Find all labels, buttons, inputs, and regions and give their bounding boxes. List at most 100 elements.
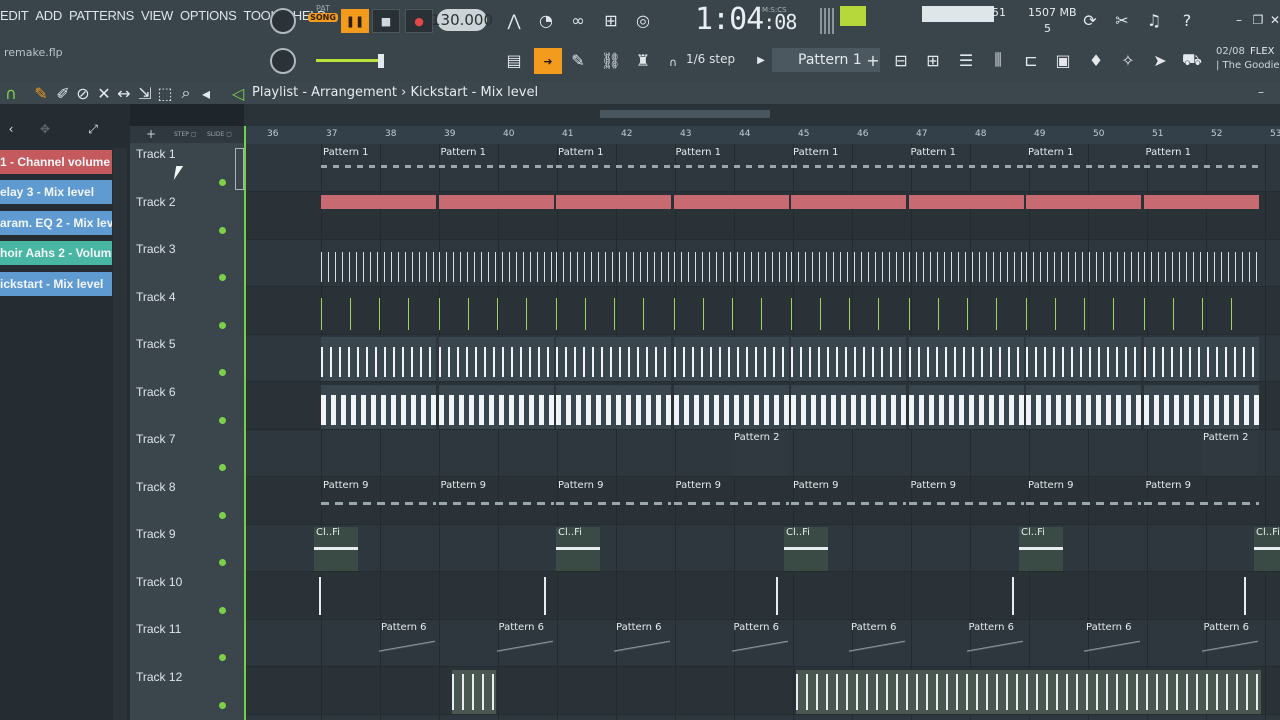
pattern-clip[interactable]: Pattern 1 xyxy=(1143,147,1259,191)
track-mute-led[interactable] xyxy=(219,511,226,519)
pattern-clip[interactable]: Pattern 2 xyxy=(1201,432,1257,476)
pattern-clip[interactable]: Pattern 1 xyxy=(556,147,671,191)
step-edit-icon[interactable]: ⊞ xyxy=(600,9,622,31)
pattern-clip[interactable] xyxy=(321,337,436,381)
pattern-clip[interactable]: Pattern 9 xyxy=(556,480,671,524)
pattern-clip[interactable] xyxy=(796,669,1261,714)
pattern-clip[interactable]: Cl..Fi xyxy=(556,527,600,571)
clip-list-scrollbar[interactable] xyxy=(113,148,127,720)
blend-notes-icon[interactable]: ◎ xyxy=(632,9,654,31)
pattern-clip[interactable]: Pattern 9 xyxy=(791,480,906,524)
pattern-clip[interactable] xyxy=(1026,337,1141,381)
magnet-icon[interactable]: ∩ xyxy=(662,51,684,73)
pattern-clip[interactable] xyxy=(319,575,339,619)
pattern-clip[interactable]: Cl..Fi xyxy=(1019,527,1063,571)
track-mute-led[interactable] xyxy=(219,416,226,424)
track-mute-led[interactable] xyxy=(219,654,226,661)
link-icon[interactable]: ⛓ xyxy=(600,49,622,71)
stamp-icon[interactable]: ♜ xyxy=(632,49,654,71)
cart-icon[interactable]: ⛟ xyxy=(1181,49,1203,71)
pattern-clip[interactable]: Cl..Fi xyxy=(784,527,828,571)
track-name[interactable]: Track 1 xyxy=(136,147,176,161)
pattern-clip[interactable]: Pattern 1 xyxy=(438,147,554,191)
pattern-prev-icon[interactable]: ▶ xyxy=(750,49,772,71)
pattern-clip[interactable] xyxy=(1143,194,1259,239)
pattern-clip[interactable]: Pattern 9 xyxy=(1026,480,1141,524)
piano-keys-icon[interactable]: ▤ xyxy=(503,49,525,71)
pattern-clip[interactable] xyxy=(791,194,906,239)
countdown-icon[interactable]: ∞ xyxy=(567,9,589,31)
pattern-clip[interactable]: Pattern 9 xyxy=(908,480,1024,524)
pattern-clip[interactable] xyxy=(1143,290,1259,334)
master-volume-slider[interactable] xyxy=(316,59,382,62)
pattern-clip[interactable] xyxy=(673,242,789,286)
pattern-clip[interactable] xyxy=(321,384,436,429)
pattern-clip[interactable] xyxy=(438,242,554,286)
pattern-clip[interactable]: Pattern 9 xyxy=(673,480,789,524)
menu-options[interactable]: OPTIONS xyxy=(180,8,237,30)
master-pitch-knob[interactable] xyxy=(270,48,296,74)
playlist-minimize-icon[interactable]: – xyxy=(1258,85,1264,99)
pattern-clip[interactable] xyxy=(438,194,554,239)
pattern-clip[interactable] xyxy=(1143,337,1259,381)
pattern-clip[interactable] xyxy=(791,242,906,286)
pattern-clip[interactable]: Pattern 6 xyxy=(849,622,905,666)
pattern-clip[interactable] xyxy=(1244,575,1264,619)
tempo-display[interactable]: 130.000 xyxy=(431,9,493,31)
brush-icon[interactable]: ✎ xyxy=(567,49,589,71)
pattern-clip[interactable]: Cl..Fi xyxy=(314,527,358,571)
snap-step[interactable]: 1/6 step xyxy=(686,52,735,66)
add-track-icon[interactable]: + xyxy=(146,127,156,141)
track-name[interactable]: Track 11 xyxy=(136,622,181,636)
track-mute-led[interactable] xyxy=(219,321,226,329)
track-mute-led[interactable] xyxy=(219,226,226,234)
draw-tool-icon[interactable]: ✎ xyxy=(30,82,52,104)
menu-patterns[interactable]: PATTERNS xyxy=(69,8,134,30)
pattern-clip[interactable] xyxy=(321,194,436,239)
pat-song-switch[interactable]: PAT SONG xyxy=(308,4,338,32)
metronome-icon[interactable]: ⋀ xyxy=(503,9,525,31)
pattern-clip[interactable]: Pattern 6 xyxy=(1201,622,1258,666)
pattern-clip[interactable] xyxy=(776,575,796,619)
master-volume-handle[interactable] xyxy=(378,54,384,68)
pattern-clip[interactable] xyxy=(673,384,789,429)
clip-item[interactable]: elay 3 - Mix level xyxy=(0,180,112,204)
pattern-clip[interactable] xyxy=(908,242,1024,286)
pattern-clip[interactable]: Pattern 6 xyxy=(614,622,670,666)
track-mute-led[interactable] xyxy=(219,701,226,709)
clip-item[interactable]: aram. EQ 2 - Mix level xyxy=(0,211,112,235)
menu-view[interactable]: VIEW xyxy=(141,8,173,30)
list-link-icon[interactable]: ⤢ xyxy=(82,118,104,140)
slide-toggle[interactable]: SLIDE ▢ xyxy=(207,131,232,138)
pattern-clip[interactable] xyxy=(908,384,1024,429)
step-toggle[interactable]: STEP ▢ xyxy=(174,131,196,138)
mixer-icon[interactable]: ⫼ xyxy=(987,49,1009,71)
pattern-clip[interactable] xyxy=(544,575,564,619)
pattern-clip[interactable]: Pattern 6 xyxy=(966,622,1023,666)
pattern-clip[interactable] xyxy=(438,290,554,334)
list-back-icon[interactable]: ‹ xyxy=(0,118,22,140)
pattern-clip[interactable] xyxy=(438,384,554,429)
track-lane[interactable] xyxy=(244,571,1280,620)
playlist-icon[interactable]: ⊟ xyxy=(890,49,912,71)
pattern-clip[interactable]: Pattern 6 xyxy=(1084,622,1140,666)
overview-scroll-handle[interactable] xyxy=(600,110,770,118)
pause-button[interactable]: ❚❚ xyxy=(341,9,369,33)
pattern-clip[interactable] xyxy=(452,669,496,714)
pattern-clip[interactable]: Pattern 1 xyxy=(791,147,906,191)
track-name[interactable]: Track 4 xyxy=(136,290,176,304)
pattern-clip[interactable]: Pattern 6 xyxy=(731,622,788,666)
track-name[interactable]: Track 12 xyxy=(136,670,182,684)
paint-tool-icon[interactable]: ✐ xyxy=(52,82,74,104)
pattern-clip[interactable] xyxy=(673,194,789,239)
track-mute-led[interactable] xyxy=(219,274,226,281)
snap-arrow-icon[interactable]: ➜ xyxy=(534,48,562,74)
pattern-clip[interactable]: Pattern 1 xyxy=(321,147,436,191)
track-name[interactable]: Track 10 xyxy=(136,575,182,589)
magnet-snap-icon[interactable]: ∩ xyxy=(0,82,22,104)
playback-tool-icon[interactable]: ◂ xyxy=(195,82,217,104)
track-mute-led[interactable] xyxy=(219,179,226,186)
slice-tool-icon[interactable]: ⇲ xyxy=(134,82,156,104)
pattern-clip[interactable] xyxy=(1143,242,1259,286)
clip-item[interactable]: hoir Aahs 2 - Volume xyxy=(0,241,112,265)
